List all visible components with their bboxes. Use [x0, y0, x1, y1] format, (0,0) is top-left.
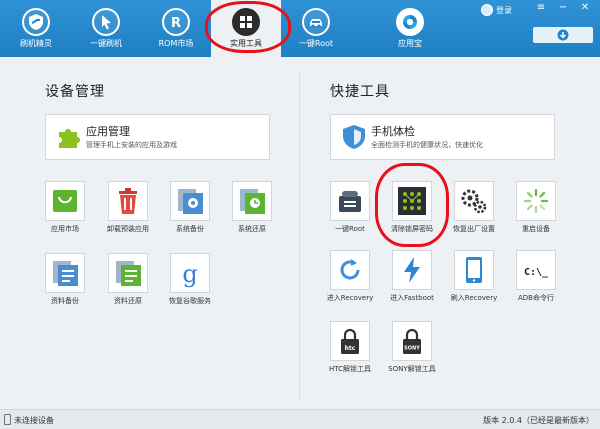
app-management-desc: 管理手机上安装的应用及游戏	[86, 141, 177, 149]
svg-text:htc: htc	[345, 345, 356, 352]
nav-item-app-store[interactable]: 应用宝	[375, 0, 445, 57]
nav-label: 一键刷机	[90, 39, 122, 48]
tile-flash-recovery[interactable]	[454, 250, 494, 290]
section-title-device-management: 设备管理	[45, 84, 105, 100]
app-management-title: 应用管理	[86, 125, 130, 138]
car-icon	[302, 8, 330, 36]
gears-icon	[461, 189, 487, 214]
phone-checkup-title: 手机体检	[371, 125, 415, 138]
tile-factory-reset[interactable]	[454, 181, 494, 221]
phone-icon	[466, 257, 482, 283]
system-backup-icon	[178, 189, 203, 214]
apps-grid-icon	[232, 8, 260, 36]
tile-enter-fastboot[interactable]	[392, 250, 432, 290]
shield-check-icon	[343, 125, 365, 149]
status-bar: 未连接设备 版本 2.0.4（已经是最新版本）	[0, 409, 600, 429]
android-root-icon	[339, 191, 361, 212]
nav-label: 应用宝	[398, 39, 422, 48]
trash-icon	[119, 188, 137, 214]
rom-icon: R	[162, 8, 190, 36]
tile-uninstall-preinstalled[interactable]	[108, 181, 148, 221]
app-management-card[interactable]: 应用管理 管理手机上安装的应用及游戏	[45, 114, 270, 160]
connection-status: 未连接设备	[14, 416, 54, 425]
nav-item-flash-wizard[interactable]: 刷机精灵	[1, 0, 71, 57]
lightning-icon	[404, 257, 420, 283]
svg-text:SONY: SONY	[404, 346, 420, 352]
tile-htc-unlock[interactable]: htc	[330, 321, 370, 361]
sony-lock-icon: SONY	[403, 328, 421, 354]
nav-label: 实用工具	[230, 39, 262, 48]
tile-adb-command-line[interactable]: C:\_	[516, 250, 556, 290]
menu-icon[interactable]: ≡	[534, 2, 548, 14]
nav-label: ROM市场	[158, 39, 194, 48]
tile-reboot-device[interactable]	[516, 181, 556, 221]
pattern-lock-icon	[398, 187, 426, 215]
terminal-glyph: C:\_	[524, 267, 549, 278]
system-restore-icon	[240, 189, 265, 214]
tile-data-backup[interactable]	[45, 253, 85, 293]
puzzle-icon	[59, 129, 80, 148]
svg-text:R: R	[171, 16, 181, 31]
tile-app-market[interactable]	[45, 181, 85, 221]
tile-system-restore[interactable]	[232, 181, 272, 221]
download-icon	[557, 29, 569, 41]
shopping-bag-icon	[53, 190, 77, 212]
refresh-icon	[340, 259, 360, 280]
google-icon: g	[182, 260, 197, 288]
tile-sony-unlock[interactable]: SONY	[392, 321, 432, 361]
tile-clear-lock-password[interactable]	[392, 181, 432, 221]
tile-label: 恢复谷歌服务	[169, 297, 211, 305]
close-icon[interactable]: ✕	[578, 2, 592, 14]
nav-label: 刷机精灵	[20, 39, 52, 48]
section-title-quick-tools: 快捷工具	[330, 84, 390, 100]
tile-one-click-root[interactable]	[330, 181, 370, 221]
version-status: 版本 2.0.4（已经是最新版本）	[483, 416, 594, 425]
tile-data-restore[interactable]	[108, 253, 148, 293]
tile-label: ADB命令行	[518, 294, 554, 302]
avatar	[481, 4, 493, 16]
tile-enter-recovery[interactable]	[330, 250, 370, 290]
app-store-icon	[396, 8, 424, 36]
nav-item-one-click-flash[interactable]: 一键刷机	[71, 0, 141, 57]
tile-restore-google-services[interactable]: g	[170, 253, 210, 293]
nav-item-rom-market[interactable]: R ROM市场	[141, 0, 211, 57]
phone-checkup-card[interactable]: 手机体检 全面检测手机的健康状况，快速优化	[330, 114, 555, 160]
download-button[interactable]	[533, 27, 593, 43]
document-backup-icon	[53, 261, 78, 286]
tile-label: 系统还原	[238, 225, 266, 233]
tile-label: 重启设备	[522, 225, 550, 233]
nav-item-utilities[interactable]: 实用工具	[211, 0, 281, 57]
nav-item-one-click-root[interactable]: 一键Root	[281, 0, 351, 57]
nav-label: 一键Root	[298, 39, 334, 48]
tile-system-backup[interactable]	[170, 181, 210, 221]
top-navigation-bar: 刷机精灵 一键刷机 R ROM市场 实用工具 一键Root 应用宝 登录 ≡ −…	[0, 0, 600, 57]
cursor-icon	[92, 8, 120, 36]
document-restore-icon	[116, 261, 141, 286]
loading-spinner-icon	[523, 188, 549, 214]
phone-outline-icon	[4, 414, 11, 425]
section-divider	[299, 72, 300, 402]
login-label: 登录	[496, 6, 512, 15]
svg-text:g: g	[182, 260, 197, 288]
phone-checkup-desc: 全面检测手机的健康状况，快速优化	[371, 141, 483, 149]
minimize-icon[interactable]: −	[556, 2, 570, 14]
tile-label: SONY解锁工具	[388, 365, 436, 373]
shield-icon	[22, 8, 50, 36]
terminal-icon: C:\_	[524, 267, 549, 278]
htc-lock-icon: htc	[341, 328, 359, 354]
